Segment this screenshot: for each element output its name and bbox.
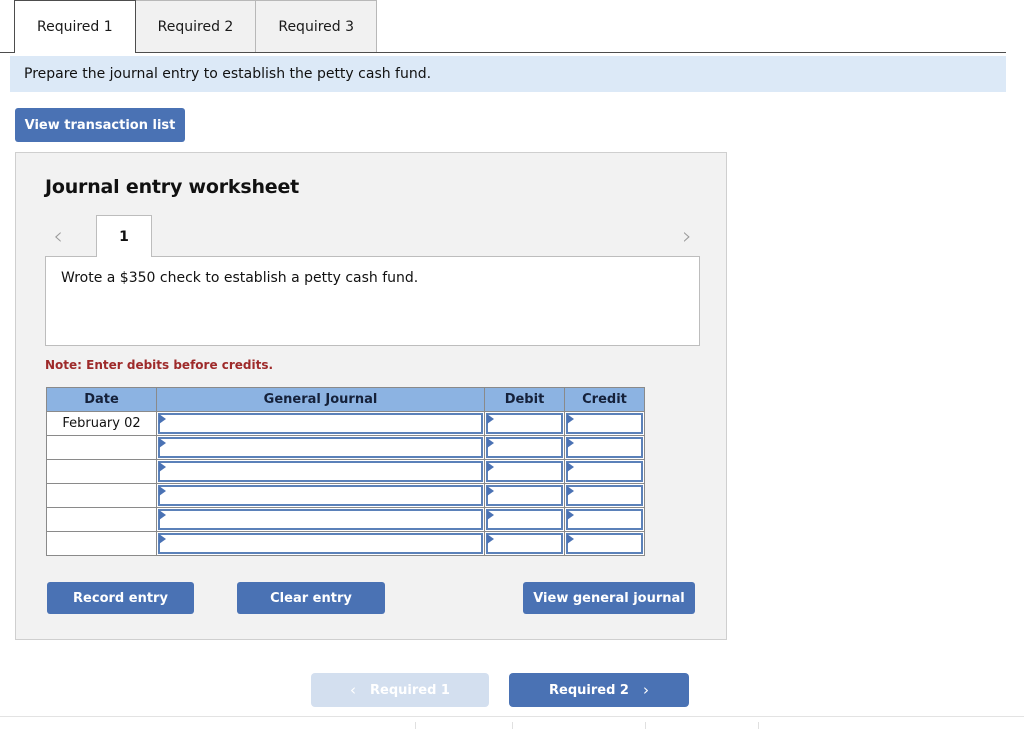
cell-date[interactable] [46,531,157,556]
table-body: February 02 [46,411,645,556]
cell-date[interactable] [46,483,157,508]
credit-input[interactable] [566,437,643,458]
footer-separator [645,722,646,729]
table-row [46,531,645,556]
table-row [46,483,645,508]
instruction-text: Prepare the journal entry to establish t… [24,66,432,82]
cell-date[interactable]: February 02 [46,411,157,436]
worksheet-title: Journal entry worksheet [45,176,300,198]
general-journal-input[interactable] [158,485,483,506]
tab-required-3-label: Required 3 [278,18,355,35]
table-header-row: Date General Journal Debit Credit [46,387,645,412]
journal-entry-worksheet-panel: Journal entry worksheet ‹ 1 › Wrote a $3… [15,152,727,640]
chevron-left-icon[interactable]: ‹ [45,221,71,251]
chevron-right-icon: › [642,681,649,699]
cell-debit[interactable] [484,531,565,556]
credit-input[interactable] [566,413,643,434]
page-root: Required 1 Required 2 Required 3 Prepare… [0,0,1024,729]
footer-separator [415,722,416,729]
cell-date[interactable] [46,459,157,484]
column-header-debit: Debit [484,387,565,412]
record-entry-label: Record entry [73,590,168,606]
credit-input[interactable] [566,509,643,530]
cell-general-journal[interactable] [156,459,485,484]
cell-debit[interactable] [484,507,565,532]
chevron-right-icon[interactable]: › [674,221,700,251]
table-row [46,459,645,484]
clear-entry-label: Clear entry [270,590,352,606]
tab-required-3[interactable]: Required 3 [255,0,378,52]
footer-separator [512,722,513,729]
debit-input[interactable] [486,437,563,458]
nav-prev-label: Required 1 [370,682,450,698]
clear-entry-button[interactable]: Clear entry [237,582,385,614]
general-journal-input[interactable] [158,413,483,434]
cell-credit[interactable] [564,435,645,460]
footer-separator [758,722,759,729]
cell-general-journal[interactable] [156,531,485,556]
transaction-description-box: Wrote a $350 check to establish a petty … [45,256,700,346]
cell-general-journal[interactable] [156,435,485,460]
cell-debit[interactable] [484,459,565,484]
table-row [46,435,645,460]
tab-required-1-label: Required 1 [37,19,113,35]
tab-required-1[interactable]: Required 1 [14,0,136,53]
debit-input[interactable] [486,509,563,530]
debit-input[interactable] [486,461,563,482]
cell-credit[interactable] [564,411,645,436]
cell-date[interactable] [46,435,157,460]
debit-input[interactable] [486,413,563,434]
worksheet-page-number: 1 [119,228,129,245]
required-tabs: Required 1 Required 2 Required 3 [0,0,1006,53]
worksheet-pager: ‹ 1 › [45,215,700,257]
cell-general-journal[interactable] [156,411,485,436]
credit-input[interactable] [566,485,643,506]
debits-before-credits-note: Note: Enter debits before credits. [45,358,274,372]
cell-date[interactable] [46,507,157,532]
instruction-bar: Prepare the journal entry to establish t… [10,56,1006,92]
debit-input[interactable] [486,485,563,506]
cell-credit[interactable] [564,459,645,484]
record-entry-button[interactable]: Record entry [47,582,194,614]
worksheet-page-tab-1[interactable]: 1 [96,215,152,257]
cell-general-journal[interactable] [156,483,485,508]
cell-debit[interactable] [484,483,565,508]
view-general-journal-button[interactable]: View general journal [523,582,695,614]
general-journal-input[interactable] [158,509,483,530]
table-row: February 02 [46,411,645,436]
tab-required-2-label: Required 2 [157,18,234,35]
general-journal-input[interactable] [158,533,483,554]
general-journal-input[interactable] [158,437,483,458]
credit-input[interactable] [566,533,643,554]
view-transaction-list-button[interactable]: View transaction list [15,108,185,142]
cell-credit[interactable] [564,531,645,556]
transaction-description-text: Wrote a $350 check to establish a petty … [61,270,419,286]
cell-debit[interactable] [484,435,565,460]
tab-required-2[interactable]: Required 2 [134,0,257,52]
cell-debit[interactable] [484,411,565,436]
general-journal-table: Date General Journal Debit Credit Februa… [46,387,645,556]
nav-prev-required-1-button[interactable]: ‹ Required 1 [311,673,489,707]
credit-input[interactable] [566,461,643,482]
column-header-credit: Credit [564,387,645,412]
column-header-general-journal: General Journal [156,387,485,412]
view-general-journal-label: View general journal [533,590,685,606]
nav-next-label: Required 2 [549,682,629,698]
nav-next-required-2-button[interactable]: Required 2 › [509,673,689,707]
debit-input[interactable] [486,533,563,554]
column-header-date: Date [46,387,157,412]
cell-credit[interactable] [564,483,645,508]
chevron-left-icon: ‹ [350,681,357,699]
cell-general-journal[interactable] [156,507,485,532]
table-row [46,507,645,532]
general-journal-input[interactable] [158,461,483,482]
cell-credit[interactable] [564,507,645,532]
view-transaction-list-label: View transaction list [24,117,176,133]
